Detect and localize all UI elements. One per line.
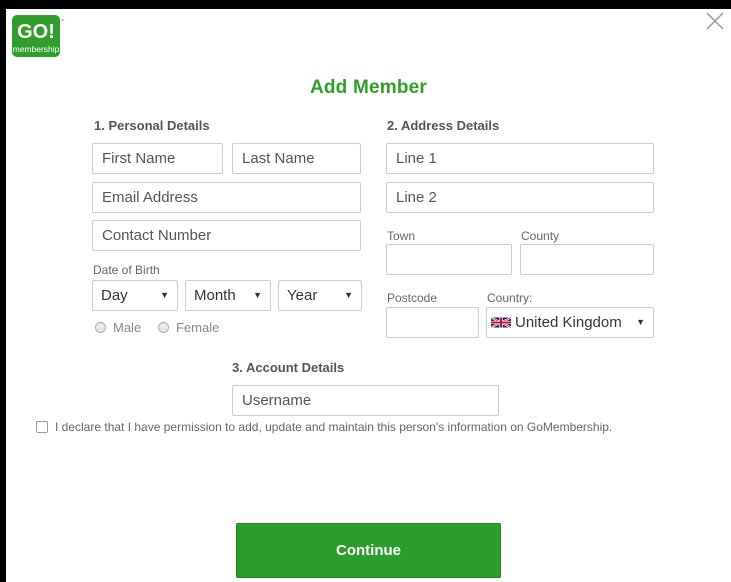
country-value: United Kingdom	[515, 314, 622, 331]
chevron-down-icon: ▼	[344, 290, 353, 300]
postcode-input[interactable]	[386, 307, 479, 338]
continue-button[interactable]: Continue	[236, 523, 501, 578]
town-input[interactable]	[386, 244, 512, 275]
dob-day-value: Day	[101, 287, 128, 304]
address-line1-input[interactable]	[386, 143, 654, 174]
declaration-checkbox[interactable]: I declare that I have permission to add,…	[36, 420, 612, 434]
svg-text:GO!: GO!	[17, 21, 55, 43]
close-icon[interactable]	[703, 9, 727, 33]
modal-title: Add Member	[309, 77, 428, 98]
gomembership-logo: GO! membership ™	[12, 15, 64, 57]
add-member-modal: GO! membership ™ Add Member 1. Personal …	[6, 9, 731, 582]
town-label: Town	[387, 229, 416, 243]
gender-male-radio[interactable]: Male	[95, 320, 141, 335]
radio-icon	[158, 322, 169, 333]
dob-label: Date of Birth	[93, 263, 160, 277]
svg-text:™: ™	[61, 18, 64, 25]
personal-details-heading: 1. Personal Details	[94, 118, 210, 133]
dob-year-value: Year	[287, 287, 318, 304]
dob-month-value: Month	[194, 287, 236, 304]
contact-number-input[interactable]	[92, 220, 361, 251]
account-details-heading: 3. Account Details	[232, 360, 345, 375]
chevron-down-icon: ▼	[253, 290, 262, 300]
dob-day-select[interactable]: Day ▼	[92, 280, 178, 311]
country-label: Country:	[487, 291, 533, 305]
gender-female-radio[interactable]: Female	[158, 320, 219, 335]
county-input[interactable]	[520, 244, 654, 275]
first-name-input[interactable]	[92, 143, 223, 174]
gender-female-label: Female	[176, 320, 220, 335]
county-label: County	[521, 229, 560, 243]
radio-icon	[95, 322, 106, 333]
declaration-text: I declare that I have permission to add,…	[55, 420, 613, 434]
dob-year-select[interactable]: Year ▼	[278, 280, 362, 311]
email-input[interactable]	[92, 182, 361, 213]
checkbox-icon	[36, 421, 48, 433]
dob-month-select[interactable]: Month ▼	[185, 280, 271, 311]
country-select[interactable]: United Kingdom ▼	[486, 307, 654, 338]
chevron-down-icon: ▼	[636, 317, 645, 327]
chevron-down-icon: ▼	[160, 290, 169, 300]
svg-text:membership: membership	[13, 44, 60, 54]
address-line2-input[interactable]	[386, 182, 654, 213]
last-name-input[interactable]	[232, 143, 361, 174]
uk-flag-icon	[491, 316, 511, 329]
gender-male-label: Male	[113, 320, 142, 335]
username-input[interactable]	[232, 385, 499, 416]
postcode-label: Postcode	[387, 291, 438, 305]
address-details-heading: 2. Address Details	[387, 118, 500, 133]
